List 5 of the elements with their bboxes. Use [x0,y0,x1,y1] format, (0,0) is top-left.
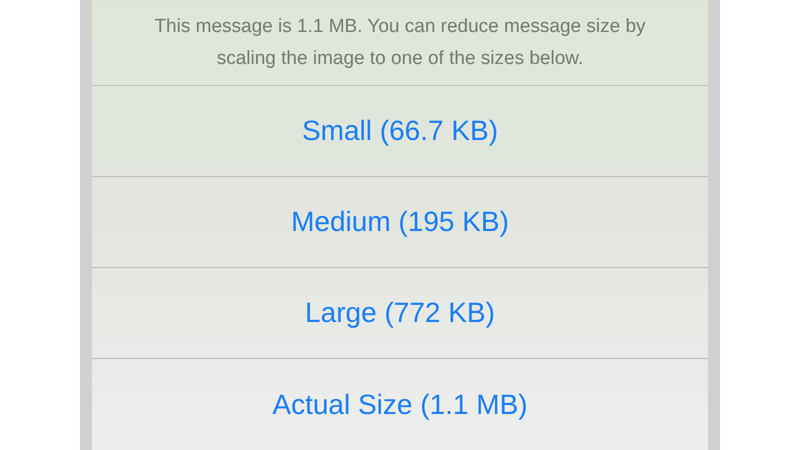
size-option-button[interactable]: Small (66.7 KB) [92,86,708,177]
size-option-button[interactable]: Medium (195 KB) [92,177,708,268]
sheet-message: This message is 1.1 MB. You can reduce message size by scaling the image to one of the sizes below. [153,14,647,70]
size-option-button[interactable]: Large (772 KB) [92,268,708,359]
size-option-button[interactable]: Actual Size (1.1 MB) [92,359,708,450]
